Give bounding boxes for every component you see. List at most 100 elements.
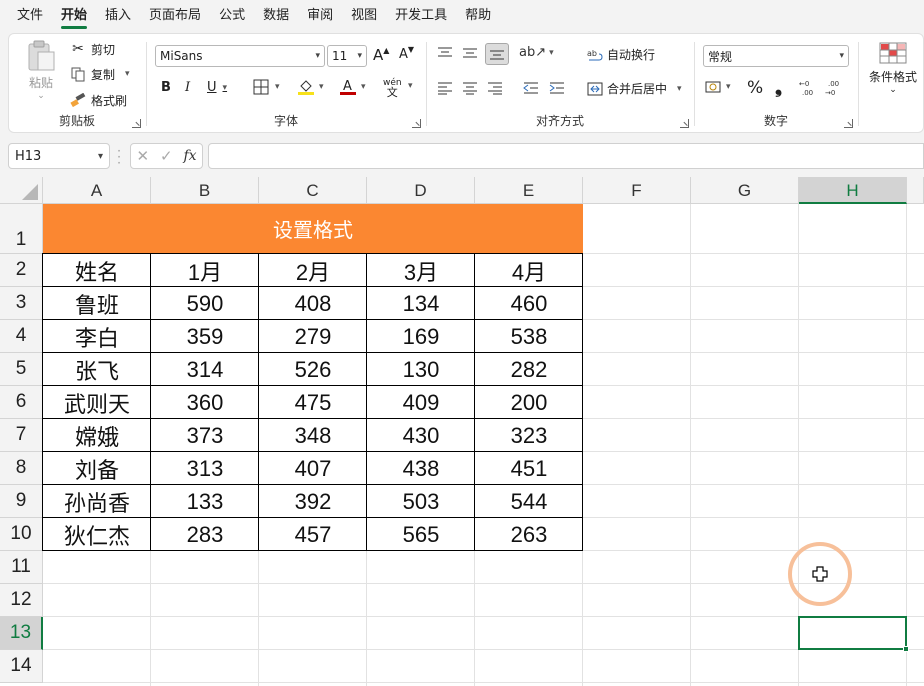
table-header-cell[interactable]: 4月 xyxy=(475,254,583,287)
bold-button[interactable]: B xyxy=(161,80,171,95)
table-cell[interactable]: 刘备 xyxy=(43,452,151,485)
table-cell[interactable]: 409 xyxy=(367,386,475,419)
comma-button[interactable]: ❟ xyxy=(775,77,782,98)
select-all-button[interactable] xyxy=(0,177,43,204)
font-color-button[interactable]: A ▾ xyxy=(339,78,366,96)
table-cell[interactable]: 590 xyxy=(151,287,259,320)
wrap-text-button[interactable]: ab 自动换行 xyxy=(587,46,655,63)
table-header-cell[interactable]: 1月 xyxy=(151,254,259,287)
grow-font-button[interactable]: A ▲ xyxy=(373,46,389,65)
alignment-launcher-icon[interactable] xyxy=(680,119,689,128)
menu-view[interactable]: 视图 xyxy=(342,0,386,32)
phonetic-button[interactable]: wén 文 xyxy=(383,79,402,99)
row-header-8[interactable]: 8 xyxy=(0,452,43,485)
table-cell[interactable]: 565 xyxy=(367,518,475,551)
merge-center-button[interactable]: 合并后居中 ▾ xyxy=(587,80,682,97)
italic-button[interactable]: I xyxy=(185,80,190,95)
menu-file[interactable]: 文件 xyxy=(8,0,52,32)
table-cell[interactable]: 133 xyxy=(151,485,259,518)
underline-button[interactable]: U ▾ xyxy=(207,80,227,95)
decrease-indent-button[interactable] xyxy=(523,81,539,95)
menu-developer[interactable]: 开发工具 xyxy=(386,0,456,32)
menu-page-layout[interactable]: 页面布局 xyxy=(140,0,210,32)
table-cell[interactable]: 430 xyxy=(367,419,475,452)
shrink-font-button[interactable]: A ▼ xyxy=(399,45,414,62)
table-cell[interactable]: 407 xyxy=(259,452,367,485)
align-bottom-button[interactable] xyxy=(485,43,509,65)
table-cell[interactable]: 538 xyxy=(475,320,583,353)
font-name-select[interactable]: MiSans ▾ xyxy=(155,45,325,67)
more-options-icon[interactable]: · · · xyxy=(117,145,121,169)
table-cell[interactable]: 283 xyxy=(151,518,259,551)
table-cell[interactable]: 鲁班 xyxy=(43,287,151,320)
column-header-e[interactable]: E xyxy=(475,177,583,204)
table-cell[interactable]: 408 xyxy=(259,287,367,320)
decrease-decimal-button[interactable]: .00 →0 xyxy=(825,79,845,97)
percent-button[interactable]: % xyxy=(747,78,763,98)
table-cell[interactable]: 360 xyxy=(151,386,259,419)
row-header-9[interactable]: 9 xyxy=(0,485,43,518)
table-cell[interactable]: 348 xyxy=(259,419,367,452)
table-cell[interactable]: 544 xyxy=(475,485,583,518)
column-header-c[interactable]: C xyxy=(259,177,367,204)
table-cell[interactable]: 130 xyxy=(367,353,475,386)
table-cell[interactable]: 313 xyxy=(151,452,259,485)
table-header-cell[interactable]: 2月 xyxy=(259,254,367,287)
row-header-10[interactable]: 10 xyxy=(0,518,43,551)
table-cell[interactable]: 392 xyxy=(259,485,367,518)
increase-decimal-button[interactable]: ←0.00 xyxy=(799,79,819,97)
align-center-button[interactable] xyxy=(462,81,478,95)
table-cell[interactable]: 169 xyxy=(367,320,475,353)
table-cell[interactable]: 451 xyxy=(475,452,583,485)
fill-color-button[interactable]: ▾ xyxy=(297,78,324,96)
table-cell[interactable]: 526 xyxy=(259,353,367,386)
table-cell[interactable]: 457 xyxy=(259,518,367,551)
column-header-f[interactable]: F xyxy=(583,177,691,204)
table-cell[interactable]: 134 xyxy=(367,287,475,320)
table-cell[interactable]: 263 xyxy=(475,518,583,551)
currency-button[interactable]: ▾ xyxy=(705,80,731,94)
column-header-h[interactable]: H xyxy=(799,177,907,204)
table-header-cell[interactable]: 3月 xyxy=(367,254,475,287)
spreadsheet-grid[interactable]: A B C D E F G H 1 2 3 4 5 6 7 8 9 10 11 12 13 14 设置格式 姓名 1月 2月 3月 4… xyxy=(0,177,924,686)
align-right-button[interactable] xyxy=(487,81,503,95)
table-cell[interactable]: 314 xyxy=(151,353,259,386)
menu-insert[interactable]: 插入 xyxy=(96,0,140,32)
table-cell[interactable]: 503 xyxy=(367,485,475,518)
row-header-14[interactable]: 14 xyxy=(0,650,43,683)
table-cell[interactable]: 282 xyxy=(475,353,583,386)
number-launcher-icon[interactable] xyxy=(844,119,853,128)
menu-help[interactable]: 帮助 xyxy=(456,0,500,32)
row-header-13[interactable]: 13 xyxy=(0,617,43,650)
column-header-b[interactable]: B xyxy=(151,177,259,204)
row-header-7[interactable]: 7 xyxy=(0,419,43,452)
align-middle-button[interactable] xyxy=(462,46,478,60)
row-header-5[interactable]: 5 xyxy=(0,353,43,386)
table-cell[interactable]: 460 xyxy=(475,287,583,320)
conditional-format-button[interactable]: 条件格式 ⌄ xyxy=(863,42,923,95)
menu-review[interactable]: 审阅 xyxy=(298,0,342,32)
format-painter-button[interactable]: 格式刷 xyxy=(69,91,127,109)
font-size-select[interactable]: 11 ▾ xyxy=(327,45,367,67)
table-cell[interactable]: 279 xyxy=(259,320,367,353)
cut-button[interactable]: ✂ 剪切 xyxy=(69,40,115,58)
phonetic-dropdown[interactable]: ▾ xyxy=(405,81,413,91)
name-box[interactable]: H13 ▾ xyxy=(8,143,110,169)
table-cell[interactable]: 张飞 xyxy=(43,353,151,386)
font-launcher-icon[interactable] xyxy=(412,119,421,128)
confirm-icon[interactable]: ✓ xyxy=(160,147,173,165)
menu-formulas[interactable]: 公式 xyxy=(210,0,254,32)
row-header-3[interactable]: 3 xyxy=(0,287,43,320)
insert-function-icon[interactable]: fx xyxy=(183,148,196,164)
orientation-button[interactable]: ab↗ ▾ xyxy=(519,45,554,60)
menu-data[interactable]: 数据 xyxy=(254,0,298,32)
table-cell[interactable]: 狄仁杰 xyxy=(43,518,151,551)
table-cell[interactable]: 李白 xyxy=(43,320,151,353)
merged-title-cell[interactable]: 设置格式 xyxy=(43,204,583,253)
increase-indent-button[interactable] xyxy=(549,81,565,95)
table-cell[interactable]: 373 xyxy=(151,419,259,452)
table-cell[interactable]: 323 xyxy=(475,419,583,452)
column-header-d[interactable]: D xyxy=(367,177,475,204)
column-header-g[interactable]: G xyxy=(691,177,799,204)
fill-handle[interactable] xyxy=(903,646,909,652)
